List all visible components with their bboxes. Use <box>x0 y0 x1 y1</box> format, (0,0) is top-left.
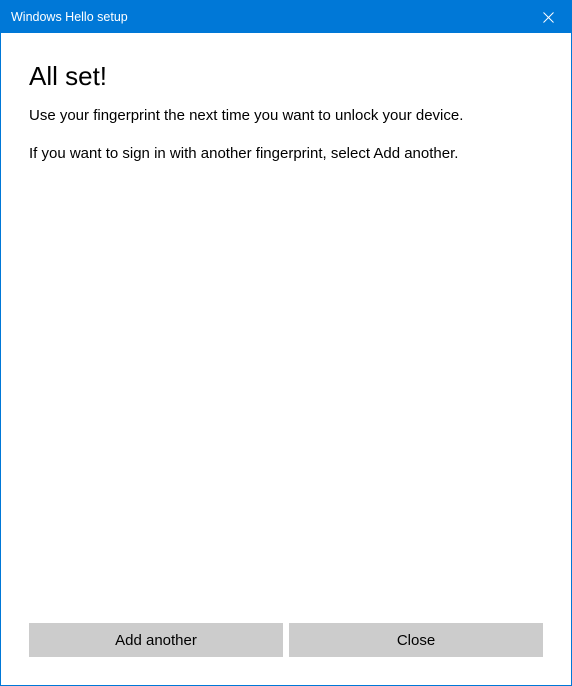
close-button[interactable]: Close <box>289 623 543 657</box>
dialog-paragraph-2: If you want to sign in with another fing… <box>29 144 543 164</box>
dialog-footer: Add another Close <box>1 623 571 685</box>
dialog-content: All set! Use your fingerprint the next t… <box>1 33 571 623</box>
window-close-button[interactable] <box>525 1 571 33</box>
dialog-paragraph-1: Use your fingerprint the next time you w… <box>29 106 543 126</box>
close-icon <box>543 12 554 23</box>
window-title: Windows Hello setup <box>11 1 128 33</box>
window-hello-setup: Windows Hello setup All set! Use your fi… <box>0 0 572 686</box>
titlebar: Windows Hello setup <box>1 1 571 33</box>
dialog-heading: All set! <box>29 61 543 92</box>
add-another-button[interactable]: Add another <box>29 623 283 657</box>
